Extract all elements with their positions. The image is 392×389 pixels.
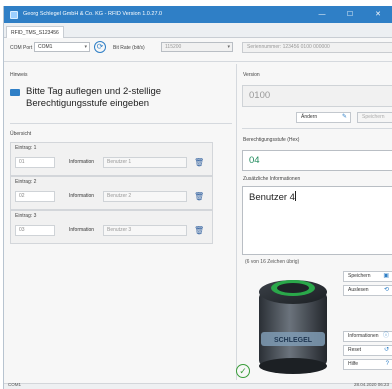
list-item: Eintrag: 3 03 Information Benutzer 3 🗑 [10, 210, 213, 244]
help-button[interactable]: Hilfe ? [343, 359, 392, 370]
close-button[interactable]: ✕ [365, 8, 391, 21]
level-input[interactable]: 04 [242, 150, 392, 171]
com-port-label: COM Port [10, 45, 33, 51]
entry-info-label: Information [69, 193, 95, 199]
title-bar: Georg Schlegel GmbH & Co. KG - RFID Vers… [4, 6, 392, 23]
tab-bar: RFID_TMS_S123456 [4, 23, 392, 38]
device-brand: SCHLEGEL [274, 337, 313, 344]
hint-text: Bitte Tag auflegen und 2-stellige Berech… [26, 86, 162, 109]
version-title: Version [243, 72, 260, 78]
divider [10, 123, 232, 124]
window-title: Georg Schlegel GmbH & Co. KG - RFID Vers… [23, 11, 163, 17]
chars-left-label: (6 von 16 Zeichen übrig) [245, 259, 300, 265]
status-datetime: 28.04.2020 06:23 [353, 382, 389, 387]
entry-user-field[interactable]: Benutzer 3 [103, 225, 187, 236]
entry-label: Eintrag: 2 [15, 179, 37, 185]
pencil-icon: ✎ [341, 114, 347, 120]
info-textarea[interactable]: Benutzer 4 [242, 186, 392, 255]
entry-info-label: Information [69, 159, 95, 165]
entry-info-label: Information [69, 227, 95, 233]
column-divider [236, 64, 237, 380]
entry-number-field[interactable]: 02 [15, 191, 55, 202]
entry-user-field[interactable]: Benutzer 2 [103, 191, 187, 202]
maximize-button[interactable]: ☐ [337, 8, 363, 21]
status-bar: COM1 28.04.2020 06:23 [4, 382, 392, 389]
save-button[interactable]: Speichern ▣ [343, 271, 392, 282]
list-item: Eintrag: 2 02 Information Benutzer 2 🗑 [10, 176, 213, 210]
entry-number-field[interactable]: 01 [15, 157, 55, 168]
information-button[interactable]: Informationen ⓘ [343, 331, 392, 342]
read-label: Auslesen [348, 287, 369, 293]
version-field: 0100 [242, 85, 392, 107]
entry-label: Eintrag: 1 [15, 145, 37, 151]
help-label: Hilfe [348, 361, 359, 367]
read-icon: ⟲ [383, 287, 389, 293]
rfid-reader-image: SCHLEGEL [259, 280, 327, 374]
reset-icon: ↺ [383, 347, 389, 353]
list-item: Eintrag: 1 01 Information Benutzer 1 🗑 [10, 142, 213, 176]
tab-device[interactable]: RFID_TMS_S123456 [6, 26, 64, 38]
save-version-button[interactable]: Speichern [357, 112, 392, 123]
refresh-icon[interactable]: ⟳ [94, 41, 106, 53]
save-version-label: Speichern [362, 114, 385, 120]
level-title: Berechtigungsstufe (Hex) [243, 137, 300, 143]
change-version-button[interactable]: Ändern ✎ [296, 112, 351, 123]
info-title: Zusätzliche Informationen [243, 176, 301, 182]
com-port-value: COM1 [38, 44, 53, 50]
info-icon: ⓘ [382, 333, 389, 339]
entry-user-field[interactable]: Benutzer 1 [103, 157, 187, 168]
app-icon [10, 11, 18, 19]
minimize-button[interactable]: — [309, 8, 335, 21]
bitrate-select[interactable]: 115200 ▾ [161, 42, 233, 52]
divider [242, 128, 392, 129]
info-text: Benutzer 4 [249, 192, 295, 203]
entry-number-field[interactable]: 03 [15, 225, 55, 236]
chevron-down-icon: ▾ [84, 44, 87, 50]
change-version-label: Ändern [301, 114, 318, 120]
bitrate-label: Bit Rate (bit/s) [113, 45, 145, 51]
trash-icon[interactable]: 🗑 [194, 225, 204, 236]
check-icon: ✓ [236, 364, 250, 378]
text-caret [294, 191, 296, 201]
trash-icon[interactable]: 🗑 [194, 157, 204, 168]
reset-button[interactable]: Reset ↺ [343, 345, 392, 356]
bitrate-value: 115200 [165, 44, 182, 50]
chevron-down-icon: ▾ [227, 44, 230, 50]
trash-icon[interactable]: 🗑 [194, 191, 204, 202]
save-icon: ▣ [383, 273, 389, 279]
reset-label: Reset [348, 347, 362, 353]
overview-title: Übersicht [10, 131, 32, 137]
read-button[interactable]: Auslesen ⟲ [343, 285, 392, 296]
hint-title: Hinweis [10, 72, 28, 78]
entry-label: Eintrag: 3 [15, 213, 37, 219]
status-port: COM1 [8, 382, 22, 387]
com-port-select[interactable]: COM1 ▾ [34, 42, 90, 52]
keyboard-icon [10, 89, 20, 96]
serial-number-field: Seriennummer: 123456 0100 000000 [242, 42, 392, 53]
app-window: Georg Schlegel GmbH & Co. KG - RFID Vers… [3, 6, 392, 389]
information-label: Informationen [348, 333, 379, 339]
save-label: Speichern [348, 273, 371, 279]
help-icon: ? [385, 361, 389, 367]
divider [4, 61, 392, 62]
connection-toolbar: COM Port COM1 ▾ ⟳ Bit Rate (bit/s) 11520… [4, 38, 392, 58]
